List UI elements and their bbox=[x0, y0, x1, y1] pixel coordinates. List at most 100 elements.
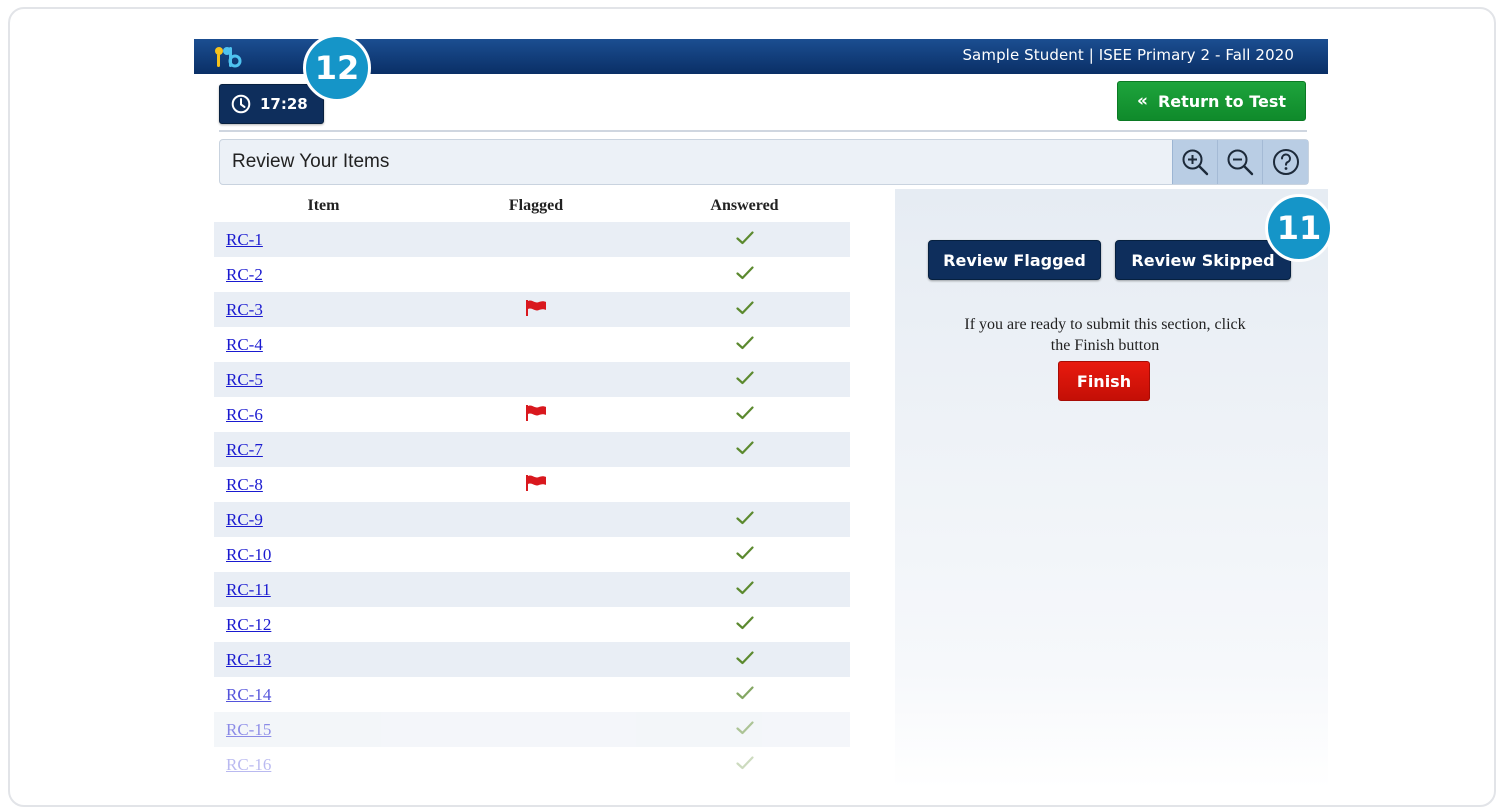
item-link[interactable]: RC-12 bbox=[226, 615, 271, 635]
flag-icon bbox=[525, 404, 547, 426]
item-link[interactable]: RC-3 bbox=[226, 300, 263, 320]
checkmark-icon bbox=[735, 545, 754, 564]
review-header-bar: Review Your Items bbox=[219, 139, 1309, 185]
answered-cell bbox=[639, 440, 850, 459]
item-link[interactable]: RC-11 bbox=[226, 580, 271, 600]
answered-cell bbox=[639, 580, 850, 599]
item-cell: RC-4 bbox=[214, 335, 433, 355]
finish-button[interactable]: Finish bbox=[1058, 361, 1150, 401]
zoom-in-icon bbox=[1182, 149, 1209, 176]
zoom-out-button[interactable] bbox=[1218, 140, 1263, 184]
item-link[interactable]: RC-13 bbox=[226, 650, 271, 670]
item-link[interactable]: RC-14 bbox=[226, 685, 271, 705]
item-link[interactable]: RC-5 bbox=[226, 370, 263, 390]
review-flagged-button[interactable]: Review Flagged bbox=[928, 240, 1101, 280]
checkmark-icon bbox=[735, 510, 754, 529]
clock-icon bbox=[231, 94, 251, 114]
item-cell: RC-8 bbox=[214, 475, 433, 495]
checkmark-icon bbox=[735, 615, 754, 634]
submit-instructions: If you are ready to submit this section,… bbox=[964, 316, 1246, 354]
items-table: Item Flagged Answered RC-1 RC-2 RC-3 RC-4 RC… bbox=[214, 189, 850, 785]
answered-cell bbox=[639, 650, 850, 669]
table-row: RC-14 bbox=[214, 677, 850, 712]
table-row: RC-8 bbox=[214, 467, 850, 502]
table-body: RC-1 RC-2 RC-3 RC-4 RC-5 RC-6 RC-7 RC-8 RC-9 RC-1… bbox=[214, 222, 850, 782]
item-link[interactable]: RC-6 bbox=[226, 405, 263, 425]
table-header: Item Flagged Answered bbox=[214, 189, 850, 222]
item-link[interactable]: RC-9 bbox=[226, 510, 263, 530]
answered-cell bbox=[639, 230, 850, 249]
double-chevron-left-icon: « bbox=[1136, 91, 1148, 111]
item-link[interactable]: RC-4 bbox=[226, 335, 263, 355]
timer-value: 17:28 bbox=[260, 95, 308, 113]
item-link[interactable]: RC-8 bbox=[226, 475, 263, 495]
column-header-answered: Answered bbox=[710, 196, 779, 214]
flagged-cell bbox=[433, 299, 639, 321]
table-row: RC-9 bbox=[214, 502, 850, 537]
item-cell: RC-14 bbox=[214, 685, 433, 705]
table-row: RC-12 bbox=[214, 607, 850, 642]
checkmark-icon bbox=[735, 230, 754, 249]
table-row: RC-13 bbox=[214, 642, 850, 677]
flag-icon bbox=[525, 474, 547, 496]
checkmark-icon bbox=[735, 580, 754, 599]
item-link[interactable]: RC-15 bbox=[226, 720, 271, 740]
item-cell: RC-16 bbox=[214, 755, 433, 775]
table-row: RC-1 bbox=[214, 222, 850, 257]
answered-cell bbox=[639, 370, 850, 389]
item-link[interactable]: RC-7 bbox=[226, 440, 263, 460]
table-row: RC-5 bbox=[214, 362, 850, 397]
table-row: RC-4 bbox=[214, 327, 850, 362]
answered-cell bbox=[639, 335, 850, 354]
table-row: RC-10 bbox=[214, 537, 850, 572]
screenshot-frame: Sample Student | ISEE Primary 2 - Fall 2… bbox=[8, 7, 1496, 807]
table-row: RC-11 bbox=[214, 572, 850, 607]
answered-cell bbox=[639, 545, 850, 564]
user-test-info: Sample Student | ISEE Primary 2 - Fall 2… bbox=[962, 46, 1294, 64]
timer-button[interactable]: 17:28 bbox=[219, 84, 324, 124]
review-skipped-button[interactable]: Review Skipped bbox=[1115, 240, 1291, 280]
table-row: RC-3 bbox=[214, 292, 850, 327]
answered-cell bbox=[639, 300, 850, 319]
checkmark-icon bbox=[735, 720, 754, 739]
table-row: RC-15 bbox=[214, 712, 850, 747]
table-row: RC-6 bbox=[214, 397, 850, 432]
flagged-cell bbox=[433, 474, 639, 496]
item-link[interactable]: RC-16 bbox=[226, 755, 271, 775]
column-header-item: Item bbox=[307, 196, 340, 214]
test-app: Sample Student | ISEE Primary 2 - Fall 2… bbox=[194, 39, 1328, 785]
answered-cell bbox=[639, 755, 850, 774]
item-cell: RC-10 bbox=[214, 545, 433, 565]
checkmark-icon bbox=[735, 335, 754, 354]
item-link[interactable]: RC-2 bbox=[226, 265, 263, 285]
item-link[interactable]: RC-10 bbox=[226, 545, 271, 565]
logo-icon bbox=[215, 47, 242, 68]
zoom-in-button[interactable] bbox=[1173, 140, 1218, 184]
checkmark-icon bbox=[735, 650, 754, 669]
answered-cell bbox=[639, 685, 850, 704]
checkmark-icon bbox=[735, 265, 754, 284]
tool-group bbox=[1172, 140, 1308, 184]
checkmark-icon bbox=[735, 405, 754, 424]
item-cell: RC-12 bbox=[214, 615, 433, 635]
help-icon bbox=[1272, 149, 1299, 175]
item-cell: RC-5 bbox=[214, 370, 433, 390]
item-cell: RC-15 bbox=[214, 720, 433, 740]
item-cell: RC-11 bbox=[214, 580, 433, 600]
item-cell: RC-6 bbox=[214, 405, 433, 425]
item-cell: RC-7 bbox=[214, 440, 433, 460]
zoom-out-icon bbox=[1227, 149, 1254, 176]
review-actions-panel: Review Flagged Review Skipped If you are… bbox=[895, 189, 1328, 785]
callout-badge-11: 11 bbox=[1265, 194, 1333, 262]
answered-cell bbox=[639, 510, 850, 529]
item-cell: RC-2 bbox=[214, 265, 433, 285]
table-row: RC-16 bbox=[214, 747, 850, 782]
return-to-test-label: Return to Test bbox=[1157, 91, 1287, 111]
item-cell: RC-13 bbox=[214, 650, 433, 670]
item-link[interactable]: RC-1 bbox=[226, 230, 263, 250]
help-button[interactable] bbox=[1263, 140, 1308, 184]
checkmark-icon bbox=[735, 685, 754, 704]
return-to-test-button[interactable]: « Return to Test bbox=[1117, 81, 1306, 121]
answered-cell bbox=[639, 405, 850, 424]
checkmark-icon bbox=[735, 755, 754, 774]
